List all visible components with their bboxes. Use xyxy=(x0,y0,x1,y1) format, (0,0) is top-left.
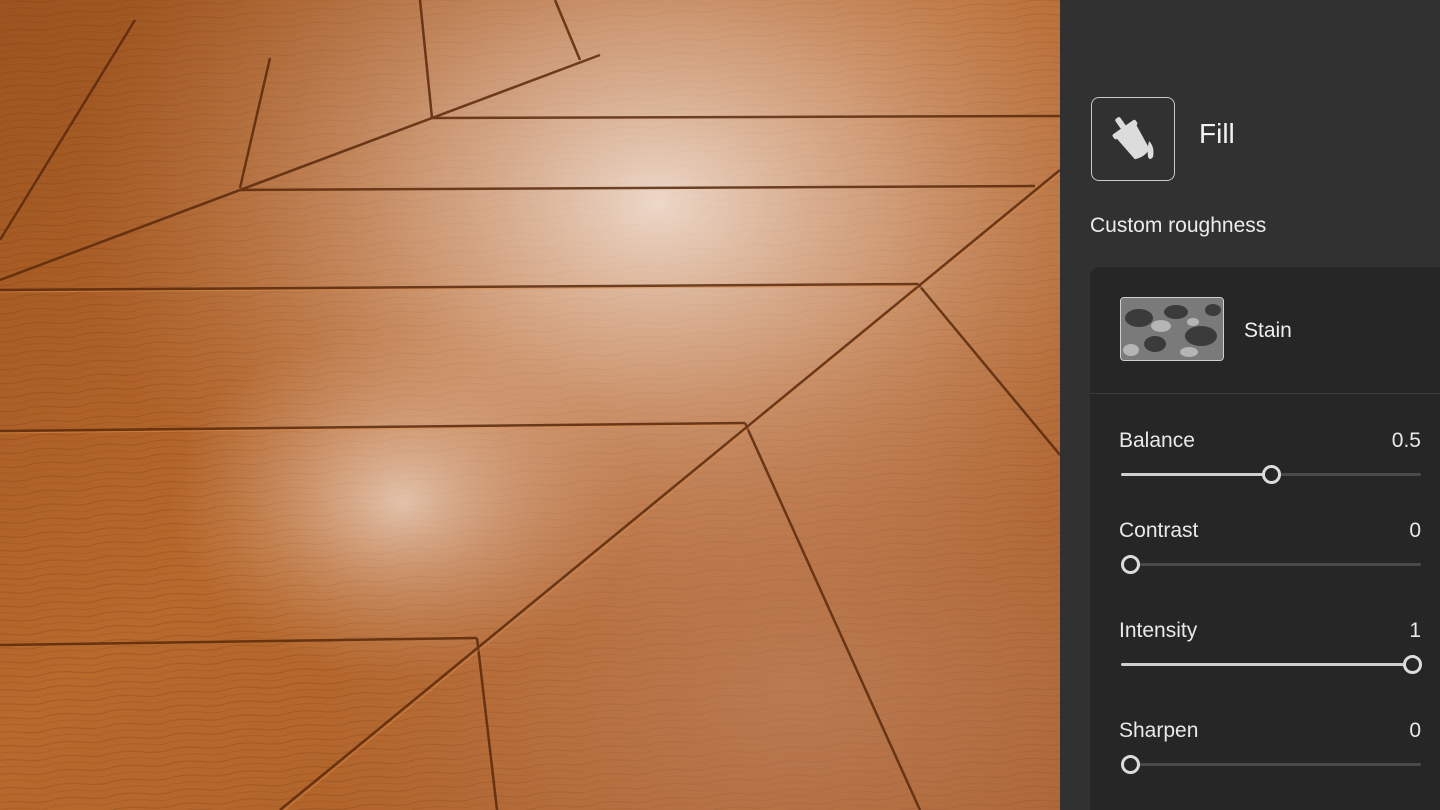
slider-knob[interactable] xyxy=(1403,655,1422,674)
properties-panel: Fill Custom roughness Stain Balance 0.5 … xyxy=(1060,0,1440,810)
param-value[interactable]: 0 xyxy=(1409,519,1421,543)
stain-texture-image xyxy=(1121,298,1223,360)
slider-fill xyxy=(1121,663,1421,666)
param-value[interactable]: 0 xyxy=(1409,719,1421,743)
texture-selector[interactable]: Stain xyxy=(1090,267,1440,394)
slider-knob[interactable] xyxy=(1121,755,1140,774)
3d-viewport[interactable] xyxy=(0,0,1060,810)
param-name: Intensity xyxy=(1119,619,1198,642)
stain-texture-thumbnail[interactable] xyxy=(1120,297,1224,361)
slider-knob[interactable] xyxy=(1121,555,1140,574)
sharpen-slider[interactable] xyxy=(1121,755,1421,774)
balance-slider[interactable] xyxy=(1121,465,1421,484)
param-value[interactable]: 1 xyxy=(1409,619,1421,643)
fill-tool-button[interactable] xyxy=(1091,97,1175,181)
param-value[interactable]: 0.5 xyxy=(1392,429,1421,453)
param-name: Sharpen xyxy=(1119,719,1199,742)
section-label: Custom roughness xyxy=(1090,214,1267,237)
tool-title: Fill xyxy=(1199,118,1235,149)
paint-bucket-icon xyxy=(1112,117,1154,160)
texture-label: Stain xyxy=(1244,319,1292,342)
param-name: Contrast xyxy=(1119,519,1199,542)
contrast-slider[interactable] xyxy=(1121,555,1421,574)
roughness-card: Stain Balance 0.5 Contrast 0 Intensity 1 xyxy=(1090,267,1440,810)
slider-fill xyxy=(1121,473,1271,476)
wood-floor-render xyxy=(0,0,1060,810)
param-name: Balance xyxy=(1119,429,1195,452)
intensity-slider[interactable] xyxy=(1121,655,1422,674)
slider-knob[interactable] xyxy=(1262,465,1281,484)
